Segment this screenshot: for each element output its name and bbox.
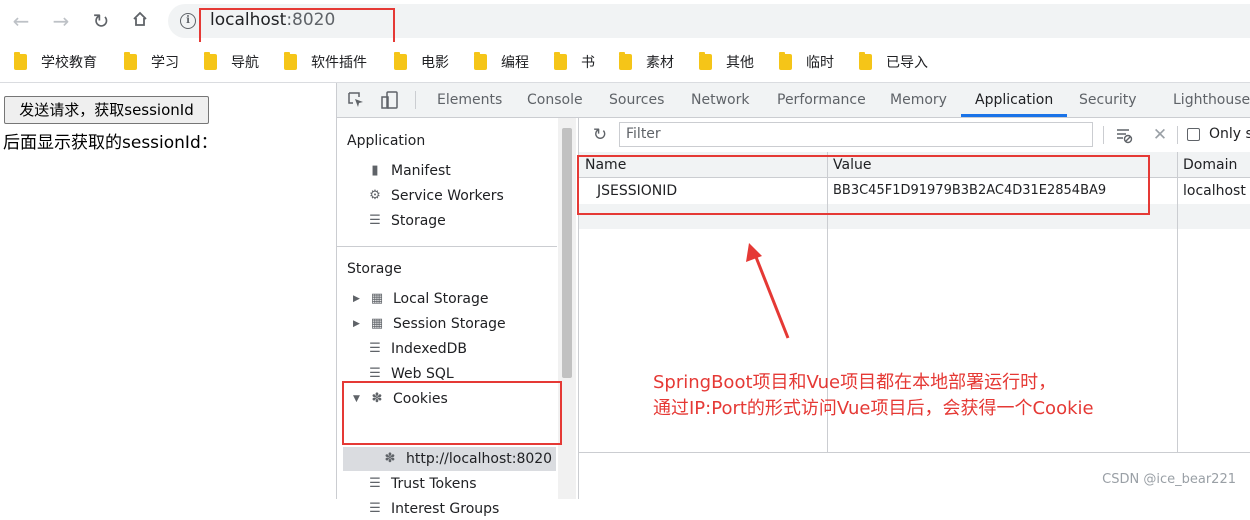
annotation-line-2: 通过IP:Port的形式访问Vue项目后，会获得一个Cookie [653,398,1094,419]
annotation-text: SpringBoot项目和Vue项目都在本地部署运行时， 通过IP:Port的形… [653,370,1094,422]
filter-divider [1177,126,1178,144]
tab-divider [415,91,416,109]
home-icon[interactable] [127,8,153,34]
tab-lighthouse[interactable]: Lighthouse [1173,92,1250,108]
sidebar-item-storage[interactable]: ☰ Storage [367,210,446,232]
bookmark-folder[interactable]: 学校教育 [14,52,97,72]
forward-arrow-icon[interactable]: → [48,8,74,34]
devtools-tab-bar: Elements Console Sources Network Perform… [337,83,1250,118]
cookie-row-highlight-box [577,155,1150,215]
sidebar-header-application: Application [347,133,426,149]
sidebar-item-indexeddb[interactable]: ☰ IndexedDB [367,338,467,360]
tab-security[interactable]: Security [1079,92,1137,108]
delete-selected-icon[interactable]: ✕ [1151,126,1169,144]
document-icon: ▮ [371,163,379,178]
bookmark-folder[interactable]: 导航 [204,52,259,72]
filter-input[interactable]: Filter [619,122,1093,147]
bookmark-folder[interactable]: 学习 [124,52,179,72]
send-request-button[interactable]: 发送请求，获取sessionId [4,96,209,124]
cookie-domain-cell[interactable]: localhost [1183,183,1246,199]
folder-icon [394,52,407,70]
folder-icon [204,52,217,70]
folder-icon [699,52,712,70]
inspect-element-icon[interactable] [347,91,365,109]
folder-icon [124,52,137,70]
bookmark-folder[interactable]: 编程 [474,52,529,72]
gear-icon: ⚙ [369,188,381,203]
info-icon[interactable]: i [180,13,196,29]
clear-filtered-icon[interactable] [1115,126,1133,144]
back-arrow-icon[interactable]: ← [8,8,34,34]
sidebar-item-trust-tokens[interactable]: ☰ Trust Tokens [367,473,476,495]
folder-icon [859,52,872,70]
database-icon: ☰ [369,501,381,516]
annotation-line-1: SpringBoot项目和Vue项目都在本地部署运行时， [653,372,1057,393]
scrollbar-thumb[interactable] [562,128,572,378]
sidebar-item-service-workers[interactable]: ⚙ Service Workers [367,185,504,207]
cookies-highlight-box [342,381,562,445]
bookmark-folder[interactable]: 电影 [394,52,449,72]
session-id-text: 后面显示获取的sessionId： [3,133,218,153]
sidebar-item-local-storage[interactable]: ▶ ▦ Local Storage [353,288,489,310]
active-tab-indicator [961,114,1067,117]
tab-performance[interactable]: Performance [777,92,866,108]
bookmark-folder[interactable]: 临时 [779,52,834,72]
refresh-icon[interactable]: ↻ [591,126,609,144]
folder-icon [619,52,632,70]
sidebar-item-manifest[interactable]: ▮ Manifest [367,160,450,182]
tab-sources[interactable]: Sources [609,92,664,108]
tab-console[interactable]: Console [527,92,583,108]
watermark: CSDN @ice_bear221 [1102,472,1236,487]
sidebar-item-session-storage[interactable]: ▶ ▦ Session Storage [353,313,506,335]
bookmark-folder[interactable]: 素材 [619,52,674,72]
tab-application[interactable]: Application [975,92,1053,108]
annotation-arrow [746,243,790,339]
device-toolbar-icon[interactable] [381,91,399,109]
cookie-filter-bar: ↻ Filter ✕ Only sh [579,118,1250,153]
filter-divider [1103,126,1104,144]
tab-memory[interactable]: Memory [890,92,947,108]
bookmark-folder[interactable]: 软件插件 [284,52,367,72]
reload-icon[interactable]: ↻ [88,8,114,34]
bookmark-folder[interactable]: 书 [554,52,595,72]
only-show-issues-checkbox[interactable] [1187,128,1200,141]
sidebar-item-cookie-origin[interactable]: ✽ http://localhost:8020 [382,448,553,470]
only-show-issues-label: Only sh [1209,126,1250,142]
folder-icon [284,52,297,70]
database-icon: ☰ [369,366,381,381]
folder-icon [14,52,27,70]
column-header-domain[interactable]: Domain [1183,157,1237,173]
expand-arrow-icon[interactable]: ▶ [353,294,363,304]
cookie-icon: ✽ [384,451,396,466]
expand-arrow-icon[interactable]: ▶ [353,319,363,329]
folder-icon [474,52,487,70]
tab-network[interactable]: Network [691,92,749,108]
bookmark-folder[interactable]: 其他 [699,52,754,72]
database-icon: ☰ [369,213,381,228]
database-icon: ☰ [369,476,381,491]
browser-toolbar: ← → ↻ i localhost:8020 [0,0,1250,42]
column-divider [1177,152,1178,452]
folder-icon [554,52,567,70]
bookmarks-bar: 学校教育 学习 导航 软件插件 电影 编程 书 素材 其他 临时 已导入 [0,42,1250,83]
sidebar-item-interest-groups[interactable]: ☰ Interest Groups [367,498,499,520]
bookmark-folder[interactable]: 已导入 [859,52,928,72]
sidebar-header-storage: Storage [347,261,402,277]
tab-elements[interactable]: Elements [437,92,502,108]
database-icon: ☰ [369,341,381,356]
url-highlight-box [199,8,395,45]
sidebar-divider [337,246,557,247]
grid-icon: ▦ [370,316,384,331]
folder-icon [779,52,792,70]
grid-icon: ▦ [370,291,384,306]
